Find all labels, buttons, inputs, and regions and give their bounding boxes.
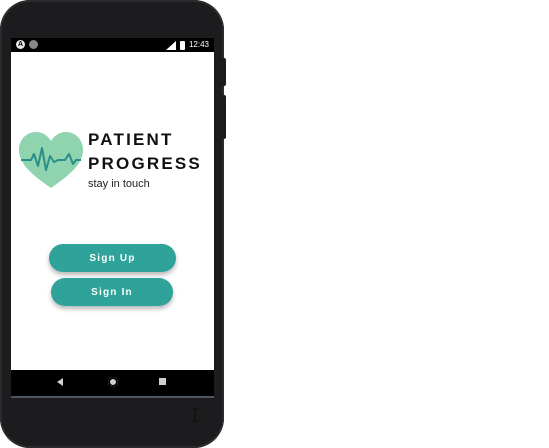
back-icon[interactable] — [57, 378, 63, 386]
brand-tagline: stay in touch — [88, 178, 150, 190]
sign-in-button[interactable]: Sign In — [51, 278, 173, 306]
battery-icon — [179, 40, 185, 50]
notification-circle-icon — [29, 40, 38, 49]
navigation-bar — [11, 370, 214, 396]
signal-icon — [165, 40, 176, 50]
bottom-divider — [11, 396, 214, 398]
brand-title-line2: PROGRESS — [88, 154, 202, 173]
brand-title-line1: PATIENT — [88, 130, 174, 149]
sign-up-button[interactable]: Sign Up — [49, 244, 176, 272]
status-bar: A 12:43 — [11, 38, 214, 52]
phone-screen: A 12:43 PATIENT PROGRESS stay in touch S… — [11, 38, 214, 396]
text-cursor-icon — [192, 408, 198, 422]
volume-button — [222, 58, 226, 86]
home-icon[interactable] — [108, 377, 118, 387]
recents-icon[interactable] — [159, 378, 166, 385]
notification-a-icon: A — [16, 40, 25, 49]
status-time: 12:43 — [188, 40, 209, 49]
power-button — [222, 95, 226, 139]
heart-logo-icon — [19, 132, 83, 188]
